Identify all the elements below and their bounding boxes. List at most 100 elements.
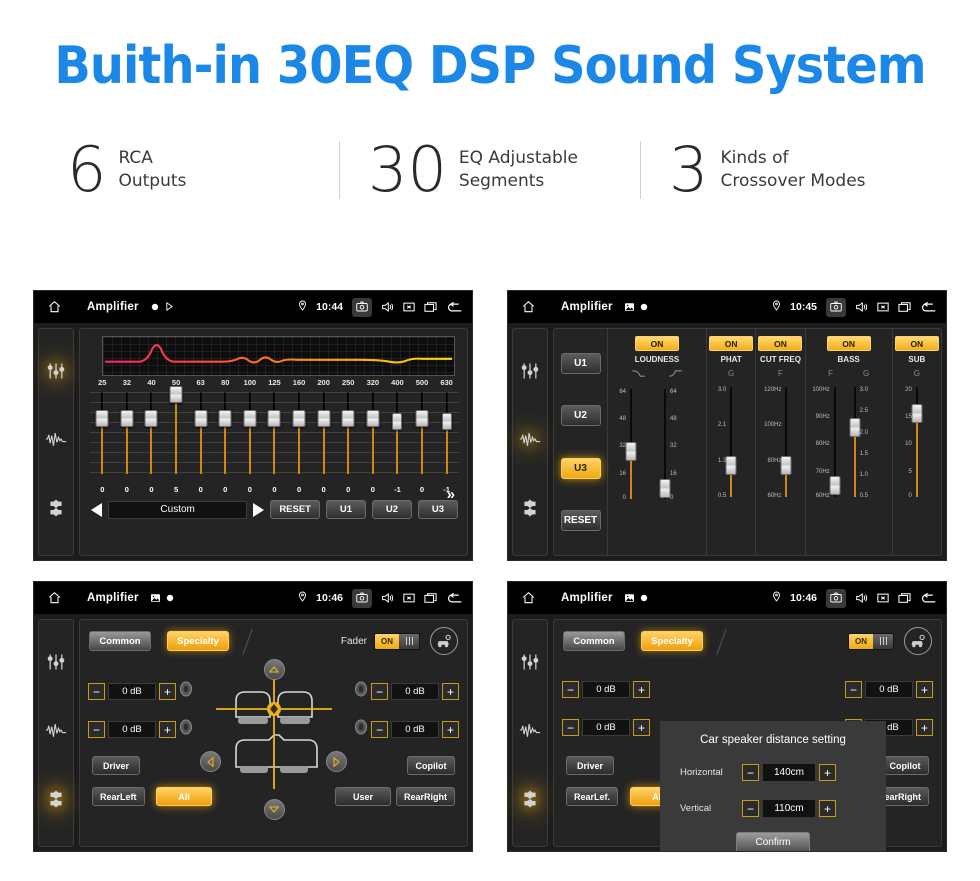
tab-common[interactable]: Common bbox=[89, 631, 151, 651]
minus-button[interactable]: − bbox=[562, 719, 579, 736]
minus-button[interactable]: − bbox=[371, 721, 388, 738]
plus-button[interactable]: + bbox=[916, 681, 933, 698]
eq-fader[interactable] bbox=[188, 390, 213, 484]
eq-fader[interactable] bbox=[114, 390, 140, 484]
car-settings-icon[interactable] bbox=[904, 627, 932, 655]
reset-button[interactable]: RESET bbox=[270, 500, 320, 519]
plus-button[interactable]: + bbox=[442, 721, 459, 738]
volume-icon[interactable] bbox=[855, 301, 868, 313]
plus-button[interactable]: + bbox=[159, 683, 176, 700]
loudness-slider-left[interactable]: 64 48 32 16 0 bbox=[608, 385, 654, 503]
volume-icon[interactable] bbox=[381, 592, 394, 604]
rear-right-button[interactable]: RearRight bbox=[395, 787, 455, 806]
plus-button[interactable]: + bbox=[916, 719, 933, 736]
tab-specialty[interactable]: Specialty bbox=[167, 631, 229, 651]
rear-left-button[interactable]: RearLeft bbox=[92, 787, 145, 806]
camera-icon[interactable] bbox=[826, 588, 846, 608]
slider-bar[interactable] bbox=[849, 383, 861, 501]
eq-sliders-icon[interactable] bbox=[520, 652, 540, 677]
up-arrow-icon[interactable] bbox=[263, 659, 285, 680]
bass-freq-slider[interactable]: 100Hz 90Hz 80Hz 70Hz 60Hz bbox=[806, 383, 848, 501]
eq-fader[interactable] bbox=[360, 390, 386, 484]
back-arrow-icon[interactable] bbox=[446, 592, 463, 605]
right-arrow-icon[interactable] bbox=[326, 751, 347, 772]
loudness-slider-right[interactable]: 64 48 32 16 0 bbox=[659, 385, 706, 503]
driver-button[interactable]: Driver bbox=[92, 756, 140, 775]
back-arrow-icon[interactable] bbox=[446, 301, 463, 314]
reset-button[interactable]: RESET bbox=[560, 510, 601, 532]
eq-fader[interactable] bbox=[385, 390, 410, 484]
back-arrow-icon[interactable] bbox=[920, 301, 937, 314]
eq-sliders-icon[interactable] bbox=[46, 361, 66, 386]
cut-freq-on-button[interactable]: ON bbox=[758, 336, 803, 351]
slider-bar[interactable] bbox=[911, 383, 923, 501]
bass-on-button[interactable]: ON bbox=[826, 336, 871, 351]
fader-toggle[interactable]: ON bbox=[374, 632, 420, 650]
eq-fader[interactable] bbox=[139, 390, 164, 484]
confirm-button[interactable]: Confirm bbox=[736, 832, 810, 851]
close-box-icon[interactable] bbox=[877, 592, 889, 604]
recents-icon[interactable] bbox=[898, 592, 911, 604]
minus-button[interactable]: − bbox=[562, 681, 579, 698]
sub-slider[interactable]: 20 15 10 5 0 bbox=[894, 383, 940, 501]
minus-button[interactable]: − bbox=[742, 800, 759, 817]
recents-icon[interactable] bbox=[424, 301, 437, 313]
preset-u2-button[interactable]: U2 bbox=[372, 500, 412, 519]
plus-button[interactable]: + bbox=[819, 800, 836, 817]
eq-fader[interactable] bbox=[163, 386, 189, 484]
copilot-button[interactable]: Copilot bbox=[407, 756, 455, 775]
phat-on-button[interactable]: ON bbox=[709, 336, 754, 351]
home-icon[interactable] bbox=[43, 300, 65, 314]
sub-on-button[interactable]: ON bbox=[894, 336, 939, 351]
eq-fader[interactable] bbox=[212, 390, 238, 484]
volume-icon[interactable] bbox=[855, 592, 868, 604]
volume-icon[interactable] bbox=[381, 301, 394, 313]
close-box-icon[interactable] bbox=[403, 301, 415, 313]
home-icon[interactable] bbox=[43, 591, 65, 605]
copilot-button[interactable]: Copilot bbox=[881, 756, 929, 775]
slider-bar[interactable] bbox=[659, 385, 671, 503]
preset-u3-button[interactable]: U3 bbox=[560, 457, 601, 479]
eq-sliders-icon[interactable] bbox=[46, 652, 66, 677]
eq-fader[interactable] bbox=[311, 390, 336, 484]
eq-fader[interactable] bbox=[90, 390, 115, 484]
slider-bar[interactable] bbox=[780, 383, 792, 501]
waveform-icon[interactable] bbox=[519, 721, 541, 744]
back-arrow-icon[interactable] bbox=[920, 592, 937, 605]
tab-specialty[interactable]: Specialty bbox=[641, 631, 703, 651]
plus-button[interactable]: + bbox=[159, 721, 176, 738]
balance-icon[interactable] bbox=[46, 498, 66, 523]
eq-fader[interactable] bbox=[409, 390, 435, 484]
camera-icon[interactable] bbox=[352, 297, 372, 317]
waveform-icon[interactable] bbox=[45, 721, 67, 744]
slider-bar[interactable] bbox=[625, 385, 637, 503]
preset-u1-button[interactable]: U1 bbox=[560, 352, 601, 374]
preset-u1-button[interactable]: U1 bbox=[326, 500, 366, 519]
rear-left-button[interactable]: RearLef. bbox=[566, 787, 619, 806]
prev-preset-arrow-icon[interactable] bbox=[91, 502, 102, 517]
slider-bar[interactable] bbox=[725, 383, 737, 501]
eq-fader[interactable] bbox=[434, 390, 459, 484]
balance-icon[interactable] bbox=[46, 789, 66, 814]
minus-button[interactable]: − bbox=[88, 683, 105, 700]
preset-u2-button[interactable]: U2 bbox=[560, 405, 601, 427]
plus-button[interactable]: + bbox=[633, 681, 650, 698]
down-arrow-icon[interactable] bbox=[263, 799, 285, 820]
plus-button[interactable]: + bbox=[633, 719, 650, 736]
recents-icon[interactable] bbox=[898, 301, 911, 313]
eq-fader[interactable] bbox=[237, 390, 263, 484]
car-settings-icon[interactable] bbox=[430, 627, 458, 655]
slider-bar[interactable] bbox=[829, 383, 841, 501]
minus-button[interactable]: − bbox=[88, 721, 105, 738]
left-arrow-icon[interactable] bbox=[200, 751, 221, 772]
next-preset-arrow-icon[interactable] bbox=[253, 502, 265, 517]
tab-common[interactable]: Common bbox=[563, 631, 625, 651]
plus-button[interactable]: + bbox=[819, 764, 836, 781]
preset-name-display[interactable]: Custom bbox=[108, 500, 248, 519]
balance-icon[interactable] bbox=[520, 498, 540, 523]
loudness-on-button[interactable]: ON bbox=[635, 336, 679, 351]
close-box-icon[interactable] bbox=[877, 301, 889, 313]
minus-button[interactable]: − bbox=[845, 681, 862, 698]
camera-icon[interactable] bbox=[826, 297, 846, 317]
waveform-icon[interactable] bbox=[45, 430, 67, 453]
